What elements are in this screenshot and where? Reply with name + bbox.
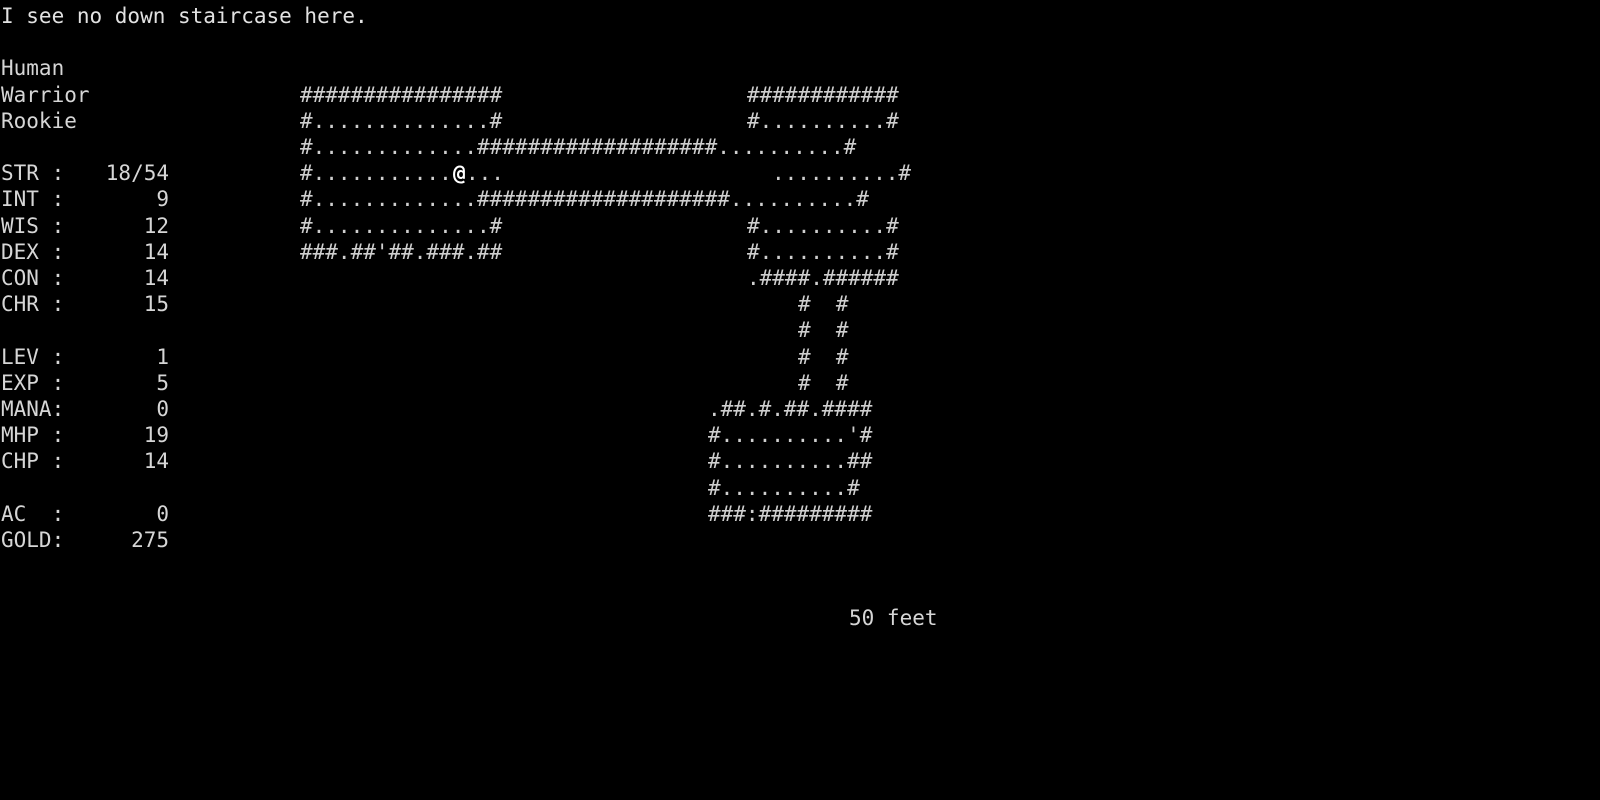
stat-chr-label: CHR : [1, 292, 65, 317]
map-right-room-row5: #..........# [747, 213, 899, 238]
map-lower-corridor: #.............####################......… [300, 187, 869, 212]
map-player-row-far-right: ..........# [772, 161, 912, 186]
stat-lev-value: 1 [156, 344, 169, 369]
map-right-room-row1: #..........# [747, 108, 899, 133]
map-vertical-corridor-seg2: # # [798, 318, 849, 343]
map-bottom-room-top-wall: .##.#.##.#### [708, 397, 873, 421]
map-upper-corridor: #.............###################.......… [300, 135, 857, 159]
stat-gold-value: 275 [131, 528, 169, 552]
stat-mana-label: MANA: [1, 397, 65, 421]
stat-chp-label: CHP : [1, 449, 65, 474]
character-class: Warrior [1, 82, 90, 107]
map-bottom-room-bottom-wall: ###:######### [708, 501, 873, 526]
stat-mhp-label: MHP : [1, 423, 65, 448]
stat-dex-value: 14 [143, 239, 169, 264]
stat-str-label: STR : [1, 161, 65, 186]
map-player-row-left: #........... [300, 161, 452, 186]
map-right-room-row6: #..........# [747, 239, 899, 264]
message-line: I see no down staircase here. [1, 4, 368, 28]
stat-gold-label: GOLD: [1, 528, 65, 552]
stat-lev-label: LEV : [1, 344, 65, 369]
stat-exp-label: EXP : [1, 370, 65, 395]
stat-mana-value: 0 [156, 397, 169, 421]
map-right-room-top-wall: ############ [747, 82, 899, 107]
stat-exp-value: 5 [156, 370, 169, 395]
stat-con-value: 14 [143, 266, 169, 290]
map-bottom-room-row1: #..........'# [708, 423, 873, 448]
game-terminal[interactable]: I see no down staircase here. Human Warr… [0, 0, 1600, 800]
map-bottom-room-row2: #..........## [708, 449, 873, 474]
map-bottom-room-row3: #..........# [708, 475, 860, 500]
stat-dex-label: DEX : [1, 239, 65, 264]
map-left-room-row5: #..............# [300, 213, 503, 238]
depth-indicator: 50 feet [849, 606, 938, 630]
player-glyph[interactable]: @ [452, 157, 466, 186]
character-race: Human [1, 56, 65, 81]
stat-wis-value: 12 [143, 213, 169, 238]
stat-chr-value: 15 [143, 292, 169, 317]
map-vertical-corridor-seg4: # # [798, 370, 849, 395]
map-left-room-bottom-wall: ###.##'##.###.## [300, 239, 503, 264]
map-player-row-right: ... [466, 161, 504, 186]
stat-chp-value: 14 [143, 449, 169, 474]
map-left-room-row1: #..............# [300, 108, 503, 133]
map-right-room-bottom-wall: .####.###### [747, 266, 899, 290]
map-vertical-corridor-seg1: # # [798, 292, 849, 317]
stat-int-label: INT : [1, 187, 65, 212]
stat-con-label: CON : [1, 266, 65, 290]
stat-int-value: 9 [156, 187, 169, 212]
map-left-room-top-wall: ################ [300, 82, 503, 107]
stat-str-value: 18/54 [105, 161, 169, 186]
map-vertical-corridor-seg3: # # [798, 344, 849, 369]
character-title: Rookie [1, 108, 77, 133]
stat-ac-value: 0 [156, 501, 169, 526]
stat-wis-label: WIS : [1, 213, 65, 238]
stat-mhp-value: 19 [143, 423, 169, 448]
stat-ac-label: AC : [1, 501, 65, 526]
